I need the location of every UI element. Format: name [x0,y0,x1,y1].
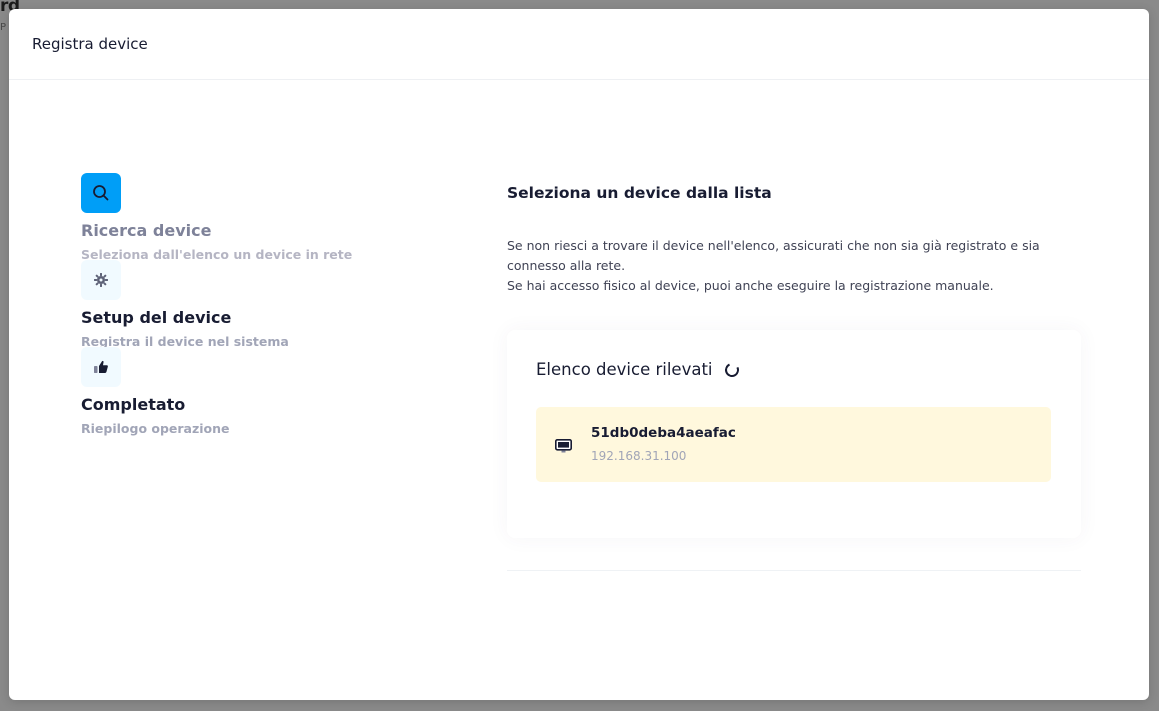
device-list-item[interactable]: 51db0deba4aeafac 192.168.31.100 [536,407,1051,482]
device-list-title: Elenco device rilevati [536,360,741,379]
device-name: 51db0deba4aeafac [591,425,736,441]
step-description: Riepilogo operazione [81,421,230,436]
gear-icon [81,260,121,300]
content-heading: Seleziona un device dalla lista [507,184,772,202]
step-title: Ricerca device [81,221,212,240]
instructions-paragraph: Se hai accesso fisico al device, puoi an… [507,278,994,293]
thumbs-up-icon [81,347,121,387]
device-list-card: Elenco device rilevati 51db0deba4aeafac … [507,330,1081,538]
modal-title: Registra device [32,35,148,53]
instructions-text: Se non riesci a trovare il device nell'e… [507,236,1081,296]
device-list-title-text: Elenco device rilevati [536,360,713,379]
background-page-subtitle: P [0,22,7,33]
step-title: Completato [81,395,186,414]
search-icon [81,173,121,213]
device-ip: 192.168.31.100 [591,449,687,463]
register-device-modal: Registra device Ricerca device Seleziona… [9,9,1149,700]
stepper: Ricerca device Seleziona dall'elenco un … [81,173,411,436]
step-title: Setup del device [81,308,232,327]
instructions-paragraph: Se non riesci a trovare il device nell'e… [507,238,1040,273]
step-completato[interactable]: Completato Riepilogo operazione [81,347,411,436]
loading-spinner-icon [722,360,741,379]
modal-header: Registra device [9,9,1149,80]
monitor-icon [555,438,572,457]
separator [507,570,1081,571]
step-ricerca-device[interactable]: Ricerca device Seleziona dall'elenco un … [81,173,411,262]
step-setup-device[interactable]: Setup del device Registra il device nel … [81,260,411,349]
